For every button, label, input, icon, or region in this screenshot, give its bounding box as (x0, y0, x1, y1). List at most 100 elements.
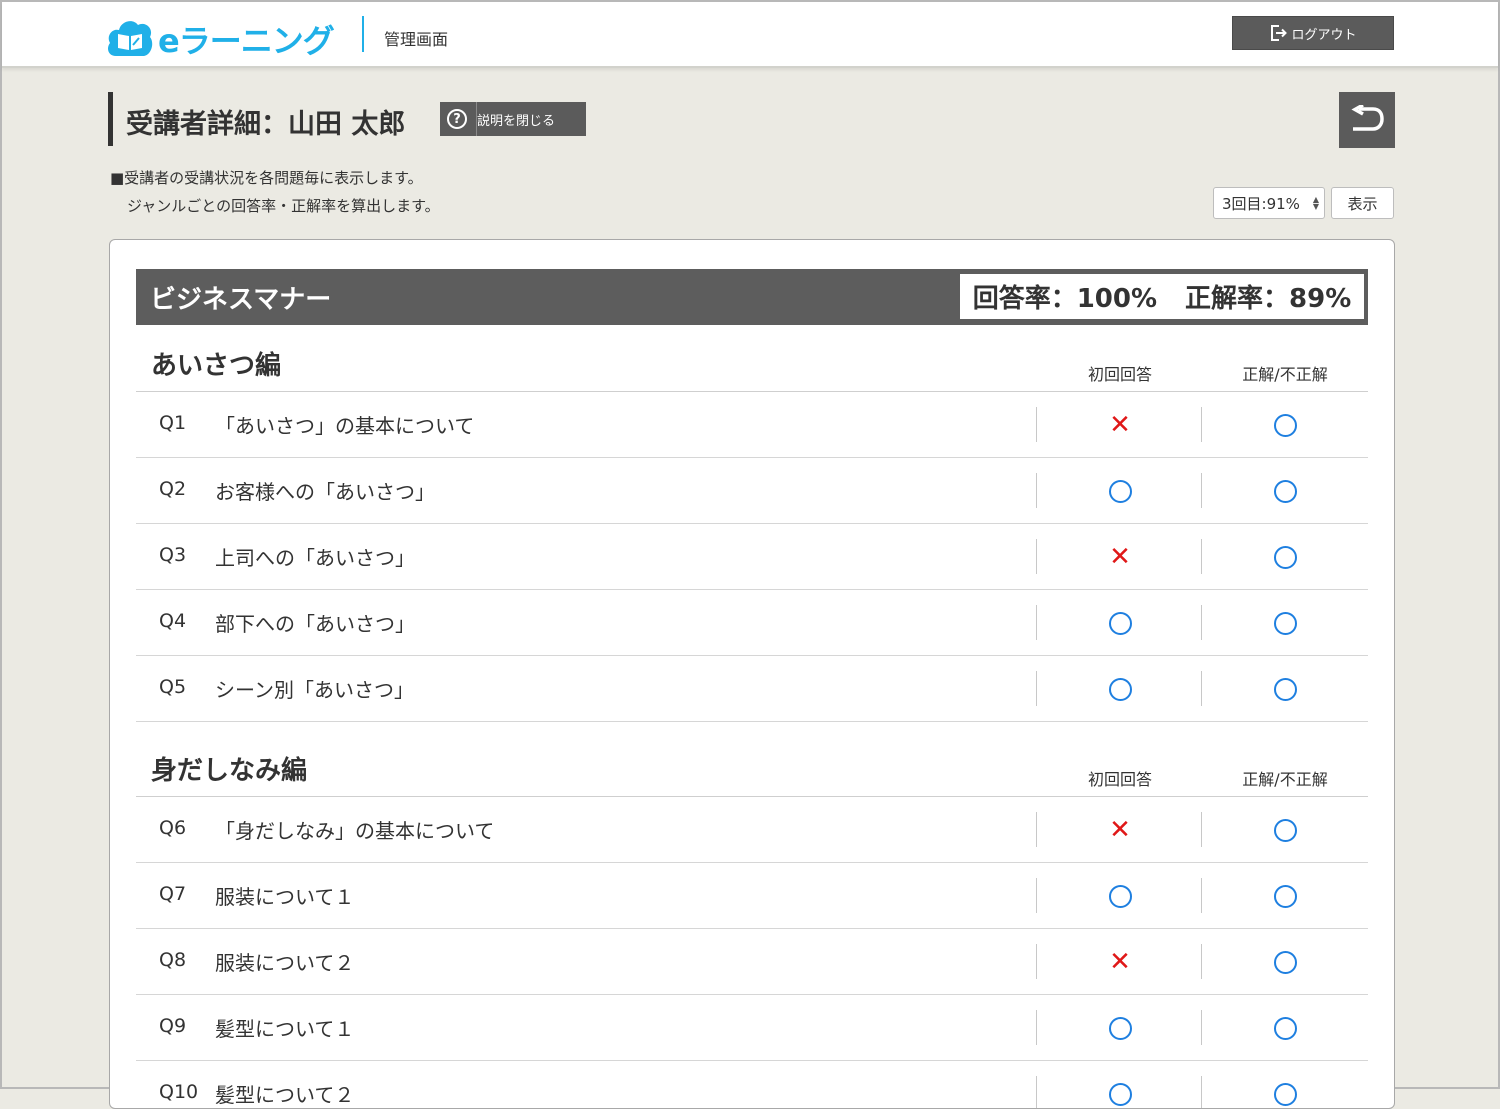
column-divider (1036, 671, 1037, 706)
column-divider (1201, 539, 1202, 574)
final-answer-mark (1272, 676, 1298, 702)
select-arrows-icon: ▲ ▼ (1312, 195, 1319, 211)
first-answer-mark (1107, 1015, 1133, 1041)
column-header-final: 正解/不正解 (1242, 770, 1328, 789)
correct-circle-icon (1108, 479, 1132, 503)
first-answer-mark (1107, 883, 1133, 909)
column-divider (1201, 407, 1202, 442)
question-row[interactable]: Q5 シーン別「あいさつ」 (136, 656, 1368, 722)
column-divider (1201, 605, 1202, 640)
final-answer-mark (1272, 478, 1298, 504)
brand-logo[interactable]: eラーニング (106, 14, 346, 60)
column-header-first: 初回回答 (1087, 770, 1152, 789)
incorrect-cross-icon: ✕ (1109, 947, 1131, 977)
final-answer-mark (1272, 610, 1298, 636)
column-divider (1036, 878, 1037, 913)
help-label: 説明を閉じる (477, 113, 556, 129)
brand-name: eラーニング (158, 22, 335, 60)
question-number: Q5 (159, 676, 187, 698)
column-divider (1201, 878, 1202, 913)
correct-circle-icon (1273, 818, 1297, 842)
attempt-select[interactable]: 3回目:91% ▲ ▼ (1213, 187, 1325, 219)
question-title: 髪型について２ (215, 1083, 355, 1107)
rate-box: 回答率：100% 正解率：89% (960, 274, 1364, 319)
section-appearance: 身だしなみ編 初回回答 正解/不正解 Q6 「身だしなみ」の基本について ✕ Q7 服装… (136, 730, 1368, 1108)
question-number: Q1 (159, 412, 187, 434)
description-line-2: ジャンルごとの回答率・正解率を算出します。 (127, 197, 440, 215)
correct-circle-icon (1273, 1016, 1297, 1040)
question-number: Q3 (159, 544, 187, 566)
column-divider (1036, 539, 1037, 574)
back-button[interactable] (1339, 92, 1395, 148)
description-line-1: ■受講者の受講状況を各問題毎に表示します。 (110, 169, 423, 187)
question-row[interactable]: Q7 服装について１ (136, 863, 1368, 929)
final-answer-mark (1272, 544, 1298, 570)
question-title: 服装について１ (215, 885, 355, 909)
question-row[interactable]: Q1 「あいさつ」の基本について ✕ (136, 392, 1368, 458)
attempt-select-value: 3回目:91% (1222, 194, 1300, 213)
column-divider (1036, 1010, 1037, 1045)
first-answer-mark: ✕ (1107, 817, 1133, 843)
correct-circle-icon (1273, 677, 1297, 701)
first-answer-mark (1107, 478, 1133, 504)
show-button[interactable]: 表示 (1331, 187, 1394, 219)
correct-circle-icon (1108, 611, 1132, 635)
question-number: Q6 (159, 817, 187, 839)
column-divider (1036, 1076, 1037, 1108)
question-title: 服装について２ (215, 951, 355, 975)
answer-rate: 回答率：100% (972, 284, 1158, 314)
question-row[interactable]: Q10 髪型について２ (136, 1061, 1368, 1108)
logout-button[interactable]: ログアウト (1232, 16, 1394, 50)
correct-circle-icon (1273, 611, 1297, 635)
final-answer-mark (1272, 883, 1298, 909)
question-row[interactable]: Q9 髪型について１ (136, 995, 1368, 1061)
question-number: Q10 (159, 1081, 199, 1103)
correct-circle-icon (1108, 677, 1132, 701)
close-help-button[interactable]: ? 説明を閉じる (440, 102, 586, 136)
help-divider (476, 102, 477, 136)
question-row[interactable]: Q8 服装について２ ✕ (136, 929, 1368, 995)
question-row[interactable]: Q4 部下への「あいさつ」 (136, 590, 1368, 656)
logout-icon (1271, 25, 1288, 41)
column-divider (1201, 944, 1202, 979)
correct-circle-icon (1273, 479, 1297, 503)
section-greeting: あいさつ編 初回回答 正解/不正解 Q1 「あいさつ」の基本について ✕ Q2 お客様へ… (136, 325, 1368, 722)
correct-circle-icon (1108, 1082, 1132, 1106)
section-header: 身だしなみ編 初回回答 正解/不正解 (136, 730, 1368, 797)
correct-circle-icon (1108, 1016, 1132, 1040)
correct-circle-icon (1108, 884, 1132, 908)
correct-rate: 正解率：89% (1185, 284, 1352, 314)
column-divider (1201, 1076, 1202, 1108)
incorrect-cross-icon: ✕ (1109, 542, 1131, 572)
column-header-final: 正解/不正解 (1242, 365, 1328, 384)
first-answer-mark (1107, 676, 1133, 702)
section-header: あいさつ編 初回回答 正解/不正解 (136, 325, 1368, 392)
final-answer-mark (1272, 412, 1298, 438)
column-divider (1036, 407, 1037, 442)
question-number: Q9 (159, 1015, 187, 1037)
column-divider (1036, 473, 1037, 508)
correct-circle-icon (1273, 545, 1297, 569)
question-row[interactable]: Q2 お客様への「あいさつ」 (136, 458, 1368, 524)
correct-circle-icon (1273, 413, 1297, 437)
column-divider (1201, 812, 1202, 847)
question-title: お客様への「あいさつ」 (215, 480, 435, 504)
question-list: Q1 「あいさつ」の基本について ✕ Q2 お客様への「あいさつ」 Q3 上司への「あいさつ… (136, 392, 1368, 722)
column-divider (1201, 671, 1202, 706)
question-title: 「身だしなみ」の基本について (215, 819, 495, 843)
question-number: Q4 (159, 610, 187, 632)
column-divider (1036, 944, 1037, 979)
column-divider (1036, 812, 1037, 847)
first-answer-mark (1107, 1081, 1133, 1107)
question-list: Q6 「身だしなみ」の基本について ✕ Q7 服装について１ Q8 服装について２ ✕ Q9 髪型… (136, 797, 1368, 1108)
question-title: 部下への「あいさつ」 (215, 612, 415, 636)
column-divider (1036, 605, 1037, 640)
page-title: 受講者詳細：山田 太郎 (126, 109, 406, 140)
final-answer-mark (1272, 817, 1298, 843)
question-row[interactable]: Q6 「身だしなみ」の基本について ✕ (136, 797, 1368, 863)
question-row[interactable]: Q3 上司への「あいさつ」 ✕ (136, 524, 1368, 590)
results-panel: ビジネスマナー 回答率：100% 正解率：89% あいさつ編 初回回答 正解/不… (109, 239, 1395, 1109)
logout-label: ログアウト (1291, 27, 1357, 43)
incorrect-cross-icon: ✕ (1109, 815, 1131, 845)
question-number: Q7 (159, 883, 187, 905)
